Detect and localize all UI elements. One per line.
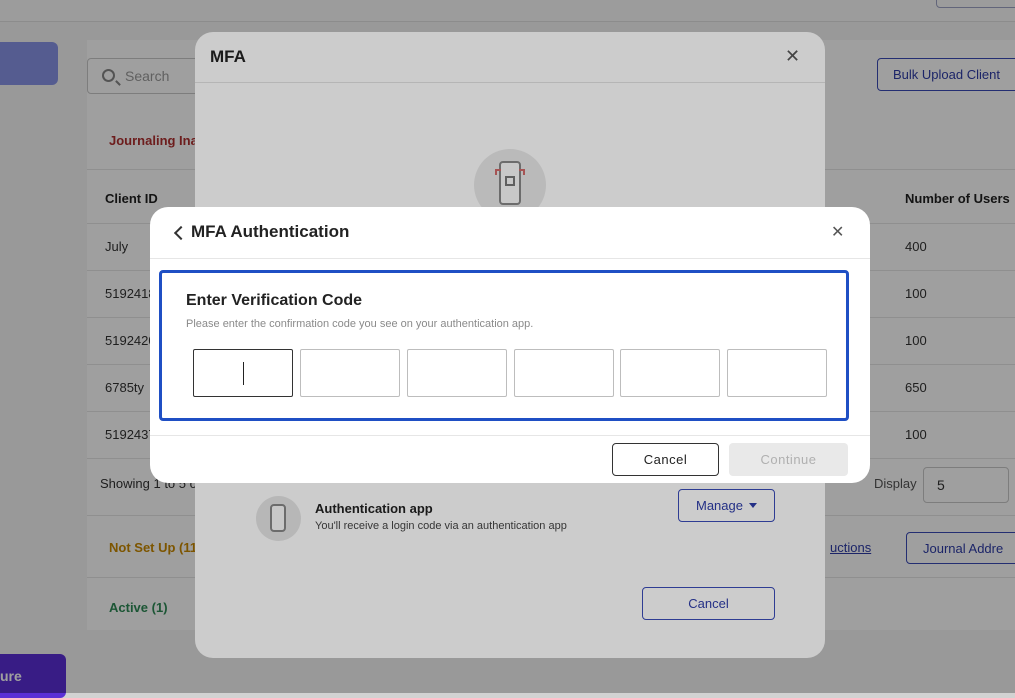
auth-dialog-header: MFA Authentication ✕ — [150, 207, 870, 259]
verification-code-panel: Enter Verification Code Please enter the… — [159, 270, 849, 421]
mfa-authentication-dialog: MFA Authentication ✕ Enter Verification … — [150, 207, 870, 483]
verification-code-heading: Enter Verification Code — [186, 292, 363, 309]
code-digit-3[interactable] — [407, 349, 507, 397]
code-digit-2[interactable] — [300, 349, 400, 397]
continue-button[interactable]: Continue — [729, 443, 848, 476]
back-chevron-icon[interactable] — [173, 225, 185, 241]
code-digit-1[interactable] — [193, 349, 293, 397]
code-digit-4[interactable] — [514, 349, 614, 397]
verification-code-help: Please enter the confirmation code you s… — [186, 318, 534, 330]
close-icon[interactable]: ✕ — [831, 224, 844, 240]
auth-dialog-title: MFA Authentication — [191, 222, 350, 241]
dialog-footer-divider — [150, 435, 870, 436]
text-cursor — [243, 362, 244, 385]
code-digit-5[interactable] — [620, 349, 720, 397]
cancel-button[interactable]: Cancel — [612, 443, 719, 476]
code-digit-6[interactable] — [727, 349, 827, 397]
